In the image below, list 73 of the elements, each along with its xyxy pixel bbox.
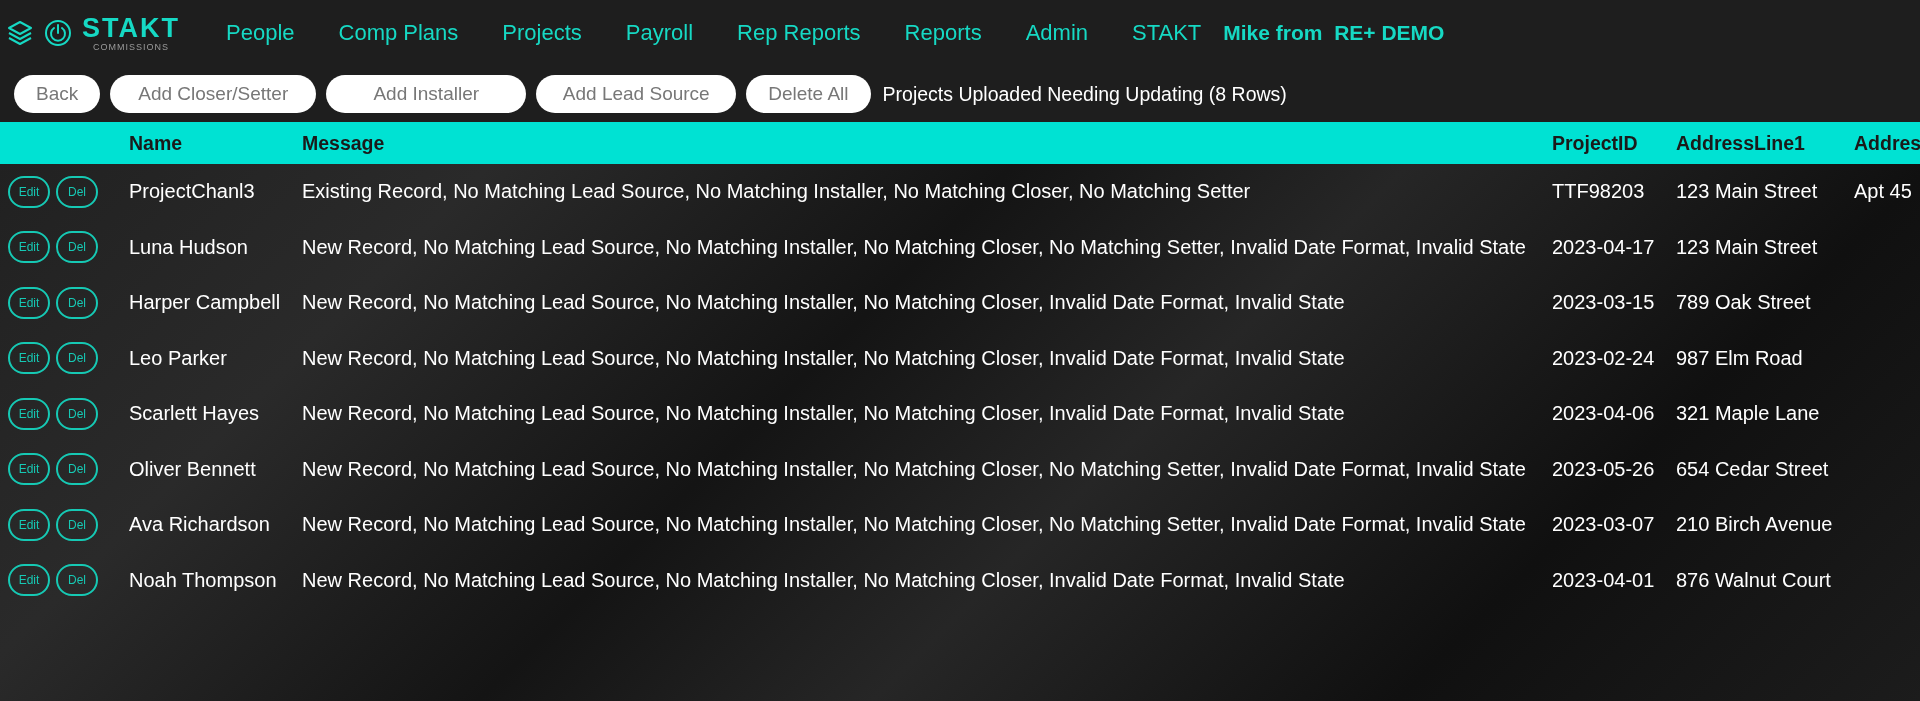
toolbar-button[interactable]: Delete All: [746, 75, 871, 113]
column-header: ProjectID: [1552, 131, 1639, 155]
nav-link[interactable]: Rep Reports: [737, 20, 861, 46]
table-cell: 654 Cedar Street: [1676, 457, 1829, 480]
column-header: Message: [302, 131, 386, 155]
row-action-button[interactable]: Del: [56, 175, 98, 208]
nav-link[interactable]: People: [226, 20, 295, 46]
table-cell: 789 Oak Street: [1676, 291, 1811, 314]
nav-link[interactable]: Comp Plans: [338, 20, 459, 46]
row-action-button[interactable]: Del: [56, 508, 98, 541]
table-cell: 2023-04-17: [1552, 235, 1655, 258]
stack-icon[interactable]: [6, 19, 34, 47]
table-cell: 210 Birch Avenue: [1676, 513, 1833, 536]
row-action-button[interactable]: Del: [56, 342, 98, 375]
table-cell: 321 Maple Lane: [1676, 402, 1820, 425]
table-cell: 2023-02-24: [1552, 346, 1655, 369]
nav-link[interactable]: Projects: [502, 20, 582, 46]
row-action-button[interactable]: Edit: [8, 397, 50, 430]
table-cell: Noah Thompson: [129, 568, 277, 591]
power-icon[interactable]: [44, 19, 72, 47]
table-cell: Luna Hudson: [129, 235, 248, 258]
row-action-button[interactable]: Del: [56, 286, 98, 319]
toolbar-button[interactable]: Add Installer: [326, 75, 527, 113]
row-action-button[interactable]: Edit: [8, 453, 50, 486]
table-cell: New Record, No Matching Lead Source, No Matching Installer, No Matching Closer, No Matching Setter, Invalid Date Format, Invalid State: [302, 513, 1526, 536]
toolbar-button[interactable]: Add Closer/Setter: [110, 75, 317, 113]
table-cell: Ava Richardson: [129, 513, 270, 536]
table-cell: New Record, No Matching Lead Source, No Matching Installer, No Matching Closer, No Matching Setter, Invalid Date Format, Invalid State: [302, 457, 1526, 480]
row-action-button[interactable]: Edit: [8, 286, 50, 319]
logo-tagline: COMMISSIONS: [93, 42, 169, 52]
table-cell: New Record, No Matching Lead Source, No Matching Installer, No Matching Closer, Invalid Date Format, Invalid State: [302, 346, 1345, 369]
table-cell: 2023-05-26: [1552, 457, 1655, 480]
nav-link[interactable]: Reports: [904, 20, 982, 46]
row-action-button[interactable]: Del: [56, 397, 98, 430]
table-cell: New Record, No Matching Lead Source, No Matching Installer, No Matching Closer, Invalid Date Format, Invalid State: [302, 568, 1345, 591]
nav-link[interactable]: STAKT: [1132, 20, 1202, 46]
row-action-button[interactable]: Del: [56, 453, 98, 486]
page-title: Projects Uploaded Needing Updating (8 Rows): [882, 82, 1287, 106]
row-action-button[interactable]: Edit: [8, 564, 50, 597]
table-cell: 876 Walnut Court: [1676, 568, 1831, 591]
table-cell: Existing Record, No Matching Lead Source, No Matching Installer, No Matching Closer, No Matching Setter: [302, 180, 1251, 203]
row-action-button[interactable]: Edit: [8, 175, 50, 208]
row-action-button[interactable]: Edit: [8, 342, 50, 375]
table-cell: 2023-04-01: [1552, 568, 1655, 591]
table-cell: 2023-03-07: [1552, 513, 1655, 536]
table-cell: ProjectChanl3: [129, 180, 255, 203]
toolbar-button[interactable]: Back: [14, 75, 101, 113]
logo-text: STAKT: [82, 14, 180, 42]
toolbar-button[interactable]: Add Lead Source: [536, 75, 737, 113]
table-cell: Leo Parker: [129, 346, 227, 369]
row-action-button[interactable]: Edit: [8, 508, 50, 541]
table-cell: Apt 45: [1854, 180, 1912, 203]
nav-link[interactable]: Payroll: [625, 20, 694, 46]
column-header: AddressLine1: [1676, 131, 1806, 155]
table-cell: 123 Main Street: [1676, 180, 1818, 203]
user-name: Mike from RE+ DEMO: [1223, 21, 1445, 45]
table-cell: Oliver Bennett: [129, 457, 256, 480]
table-cell: 123 Main Street: [1676, 235, 1818, 258]
table-cell: 2023-03-15: [1552, 291, 1655, 314]
row-action-button[interactable]: Del: [56, 231, 98, 264]
nav-link[interactable]: Admin: [1025, 20, 1088, 46]
table-cell: Harper Campbell: [129, 291, 281, 314]
column-header: Name: [129, 131, 184, 155]
table-cell: Scarlett Hayes: [129, 402, 260, 425]
table-cell: New Record, No Matching Lead Source, No Matching Installer, No Matching Closer, No Matching Setter, Invalid Date Format, Invalid State: [302, 235, 1526, 258]
table-cell: New Record, No Matching Lead Source, No Matching Installer, No Matching Closer, Invalid Date Format, Invalid State: [302, 291, 1345, 314]
table-cell: New Record, No Matching Lead Source, No Matching Installer, No Matching Closer, Invalid Date Format, Invalid State: [302, 402, 1345, 425]
table-cell: 2023-04-06: [1552, 402, 1655, 425]
row-action-button[interactable]: Edit: [8, 231, 50, 264]
row-action-button[interactable]: Del: [56, 564, 98, 597]
column-header: Addres: [1854, 131, 1920, 155]
table-cell: 987 Elm Road: [1676, 346, 1803, 369]
table-cell: TTF98203: [1552, 180, 1645, 203]
